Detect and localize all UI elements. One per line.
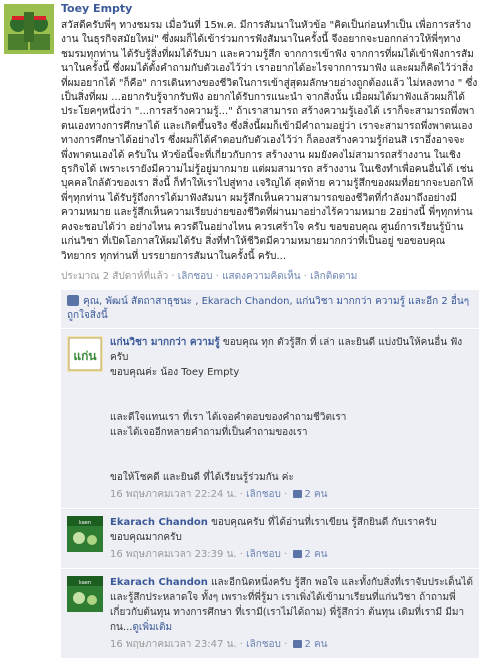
comment-like-count[interactable]: 2 คน (304, 549, 327, 560)
post-time[interactable]: ประมาณ 2 สัปดาห์ที่แล้ว (61, 271, 168, 282)
comment-author[interactable]: Ekarach Chandon (110, 577, 208, 588)
post-meta: ประมาณ 2 สัปดาห์ที่แล้ว · เลิกชอบ · แสดง… (61, 270, 358, 282)
unlike-link[interactable]: เลิกชอบ (178, 271, 213, 282)
post-text: สวัสดีครับพี่ๆ ทางชมรม เมื่อวันที่ 15พ.ค… (61, 20, 478, 262)
comment-time[interactable]: 16 พฤษภาคมเวลา 23:39 น. (110, 549, 237, 560)
comment-time[interactable]: 16 พฤษภาคมเวลา 23:47 น. (110, 639, 237, 650)
see-more-link[interactable]: ดูเพิ่มเติม (132, 622, 172, 633)
comment-link[interactable]: แสดงความคิดเห็น (222, 271, 300, 282)
likes-box: คุณ, พัฒน์ สัตถาสาธุชนะ , Ekarach Chando… (61, 289, 479, 328)
author-avatar[interactable] (4, 4, 54, 54)
comment: kaen Ekarach Chandon และอีกนิดหนึ่งครับ … (61, 568, 479, 658)
comment-author[interactable]: Ekarach Chandon (110, 517, 208, 528)
commenter-avatar[interactable]: kaen (67, 575, 103, 612)
like-icon (293, 549, 303, 558)
like-icon (293, 489, 303, 498)
svg-text:แก่น: แก่น (73, 349, 97, 363)
svg-text:kaen: kaen (79, 580, 91, 586)
comment-unlike-link[interactable]: เลิกชอบ (246, 639, 281, 650)
comment-author[interactable]: แก่นวิชา มากกว่า ความรู้ (110, 337, 220, 348)
comment-like-count[interactable]: 2 คน (304, 639, 327, 650)
comment: แก่น แก่นวิชา มากกว่า ความรู้ ขอบคุณ ทุก… (61, 328, 479, 508)
post-author[interactable]: Toey Empty (61, 2, 479, 15)
like-icon (293, 639, 303, 648)
thumbs-up-icon (67, 294, 79, 306)
comment-time[interactable]: 16 พฤษภาคมเวลา 22:24 น. (110, 489, 237, 500)
comment-text: ขอบคุณ ทุก ตัวรู้สึก ที่ เล่า และยินดี แ… (110, 336, 463, 483)
commenter-avatar[interactable]: kaen (67, 515, 103, 552)
comment-unlike-link[interactable]: เลิกชอบ (246, 489, 281, 500)
svg-text:kaen: kaen (79, 520, 91, 526)
unfollow-link[interactable]: เลิกติดตาม (310, 271, 357, 282)
commenter-avatar[interactable]: แก่น (67, 335, 103, 372)
likes-text[interactable]: คุณ, พัฒน์ สัตถาสาธุชนะ , Ekarach Chando… (67, 296, 469, 321)
comment-unlike-link[interactable]: เลิกชอบ (246, 549, 281, 560)
comment-like-count[interactable]: 2 คน (304, 489, 327, 500)
comment: kaen Ekarach Chandon ขอบคุณครับ ที่ได้อ่… (61, 508, 479, 568)
